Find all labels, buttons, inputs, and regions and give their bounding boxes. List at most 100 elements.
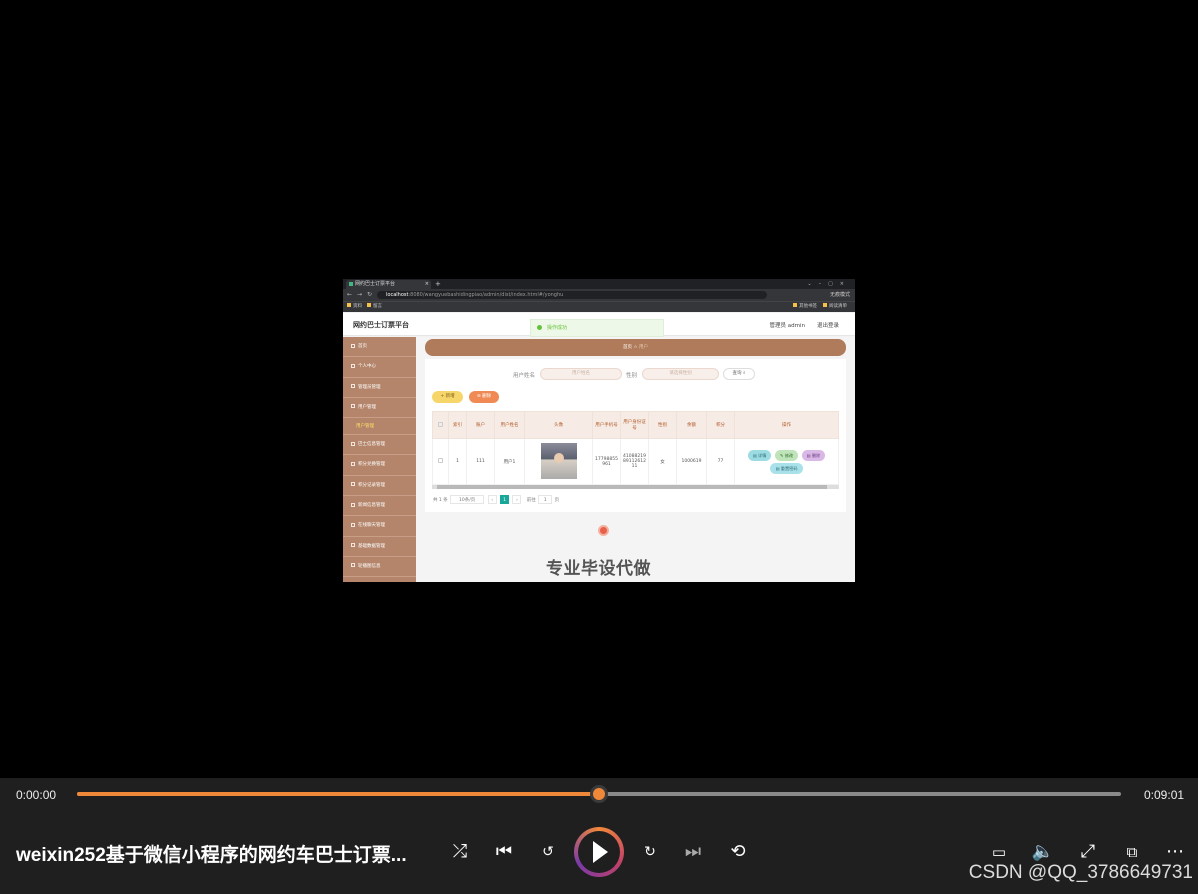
url-path: :8080/wangyuebashidingpiao/admin/dist/in…	[408, 292, 564, 298]
cell-avatar	[524, 438, 593, 485]
seek-handle[interactable]	[590, 785, 608, 803]
more-icon[interactable]: ⋯	[1163, 840, 1187, 864]
sidebar-subitem-users: 用户管理	[343, 418, 416, 436]
sidebar-item-basedata: 基础数据管理	[343, 537, 416, 557]
search-bar: 用户姓名 用户姓名 性别 请选择性别 查询 ⌕	[425, 367, 846, 381]
close-tab-icon: ×	[424, 281, 429, 287]
sidebar-item-news: 新闻信息管理	[343, 496, 416, 517]
sidebar-item-label: 基础数据管理	[358, 543, 385, 549]
row-delete-label: 删除	[811, 452, 821, 458]
delete-button: ⊖ 删除	[469, 391, 499, 403]
play-button[interactable]	[574, 827, 624, 877]
avatar-image	[540, 442, 577, 479]
detail-label: 详情	[758, 452, 767, 458]
checkbox	[438, 421, 443, 427]
query-label: 查询	[732, 371, 742, 376]
sidebar-item-admins: 管理员管理	[343, 378, 416, 398]
data-icon	[351, 543, 355, 548]
total-duration: 0:09:01	[1144, 788, 1185, 802]
forward-30-icon[interactable]: ↻	[638, 840, 662, 864]
toast-text: 操作成功	[547, 325, 568, 331]
user-table: 索引 账户 用户姓名 头像 用户手机号 用户身份证号 性别 余额 积分 操作 1	[432, 411, 839, 485]
seek-bar[interactable]	[77, 785, 1121, 803]
previous-icon[interactable]: ⏮	[492, 840, 516, 864]
bookmark: 其他书签	[793, 302, 817, 312]
browser-tabstrip: 网约巴士订票平台 × + ⌄–▢×	[343, 279, 855, 289]
sidebar-item-bus: 巴士信息管理	[343, 435, 416, 456]
user-icon	[351, 363, 355, 368]
video-stage[interactable]: 网约巴士订票平台 × + ⌄–▢× ← → ↻ localhost:8080/w…	[0, 0, 1198, 778]
column-header: 积分	[706, 411, 735, 439]
next-icon[interactable]: ⏭	[681, 840, 705, 864]
url-host: localhost	[386, 292, 409, 298]
search-icon: ⌕	[742, 371, 746, 376]
name-label: 用户姓名	[513, 373, 536, 379]
reset-password-label: 重置密码	[780, 465, 798, 471]
gender-label: 性别	[626, 373, 638, 379]
app-title: 网约巴士订票平台	[353, 321, 409, 329]
goto-input: 1	[538, 495, 553, 504]
image-icon	[351, 563, 355, 568]
page-size-select: 10条/页	[450, 495, 485, 504]
column-header: 索引	[448, 411, 467, 439]
cell-account: 111	[466, 438, 495, 485]
shuffle-icon[interactable]: ⤮	[448, 840, 472, 864]
edit-button: ✎ 修改	[774, 449, 799, 461]
sidebar-item-home: 首页	[343, 337, 416, 358]
sidebar-item-carousel: 轮播图信息	[343, 557, 416, 578]
player-controls: 0:00:00 0:09:01 weixin252基于微信小程序的网约车巴士订票…	[0, 778, 1198, 894]
sidebar-item-label: 轮播图信息	[358, 563, 381, 569]
row-delete-button: ▤ 删除	[801, 449, 826, 461]
success-toast: 操作成功	[530, 319, 664, 337]
success-icon	[537, 325, 542, 330]
users-icon	[351, 404, 355, 409]
repeat-off-icon[interactable]: ⟲	[726, 840, 750, 864]
column-header: 性别	[648, 411, 677, 439]
profile-label: 无痕模式	[829, 292, 850, 298]
edit-label: 修改	[784, 452, 794, 458]
breadcrumb-home: 首页	[623, 345, 633, 350]
page-number: 1	[500, 495, 510, 504]
elapsed-time: 0:00:00	[16, 788, 57, 802]
sidebar-item-label: 个人中心	[358, 364, 376, 370]
pagination: 共 1 条 10条/页 ‹ 1 › 前往 1 页	[433, 495, 559, 504]
seek-progress	[77, 792, 599, 796]
sidebar: 首页 个人中心 管理员管理 用户管理 用户管理 巴士信息管理 积分兑换管理 积分…	[343, 337, 416, 582]
mini-player-icon[interactable]: ⧉	[1120, 840, 1144, 864]
address-bar: localhost:8080/wangyuebashidingpiao/admi…	[377, 291, 767, 299]
gender-select: 请选择性别	[642, 368, 719, 380]
volume-icon[interactable]: 🔈	[1031, 840, 1055, 864]
table-row: 1 111 用户1 17798855961 410882198911261211…	[432, 438, 839, 485]
cell-index: 1	[448, 438, 467, 485]
admin-icon	[351, 384, 355, 389]
reset-password-button: ▤ 重置密码	[770, 462, 803, 474]
add-label: 新增	[445, 394, 455, 399]
goto-suffix: 页	[554, 498, 560, 503]
browser-tab-title: 网约巴士订票平台	[355, 281, 396, 287]
bookmark: 阅读清单	[823, 302, 847, 312]
browser-tab: 网约巴士订票平台 ×	[346, 280, 431, 289]
csdn-credit: CSDN @QQ_3786649731	[968, 862, 1193, 883]
breadcrumb: 首页 ☆ 用户	[425, 339, 846, 356]
back-icon: ←	[347, 291, 353, 298]
home-icon	[351, 343, 355, 348]
column-header: 头像	[524, 411, 593, 439]
table-scrollbar	[432, 485, 839, 489]
subtitles-icon[interactable]: ▭	[987, 840, 1011, 864]
vue-favicon-icon	[349, 282, 353, 286]
rewind-10-icon[interactable]: ↺	[536, 840, 560, 864]
sidebar-item-users: 用户管理	[343, 398, 416, 419]
delete-label: 删除	[482, 394, 492, 399]
cell-phone: 17798855961	[592, 438, 621, 485]
scrollbar-thumb	[437, 485, 827, 489]
cursor-marker-icon	[598, 525, 609, 536]
reload-icon: ↻	[367, 291, 373, 298]
cell-idcard: 410882198911261211	[620, 438, 649, 485]
fullscreen-icon[interactable]: ⤢	[1076, 840, 1100, 864]
new-tab-icon: +	[435, 280, 441, 288]
play-icon	[593, 841, 608, 863]
sidebar-item-label: 新闻信息管理	[358, 503, 385, 509]
pager-total: 共 1 条	[433, 498, 448, 503]
sidebar-item-label: 积分兑换管理	[358, 462, 385, 468]
sidebar-item-label: 管理员管理	[358, 384, 381, 390]
